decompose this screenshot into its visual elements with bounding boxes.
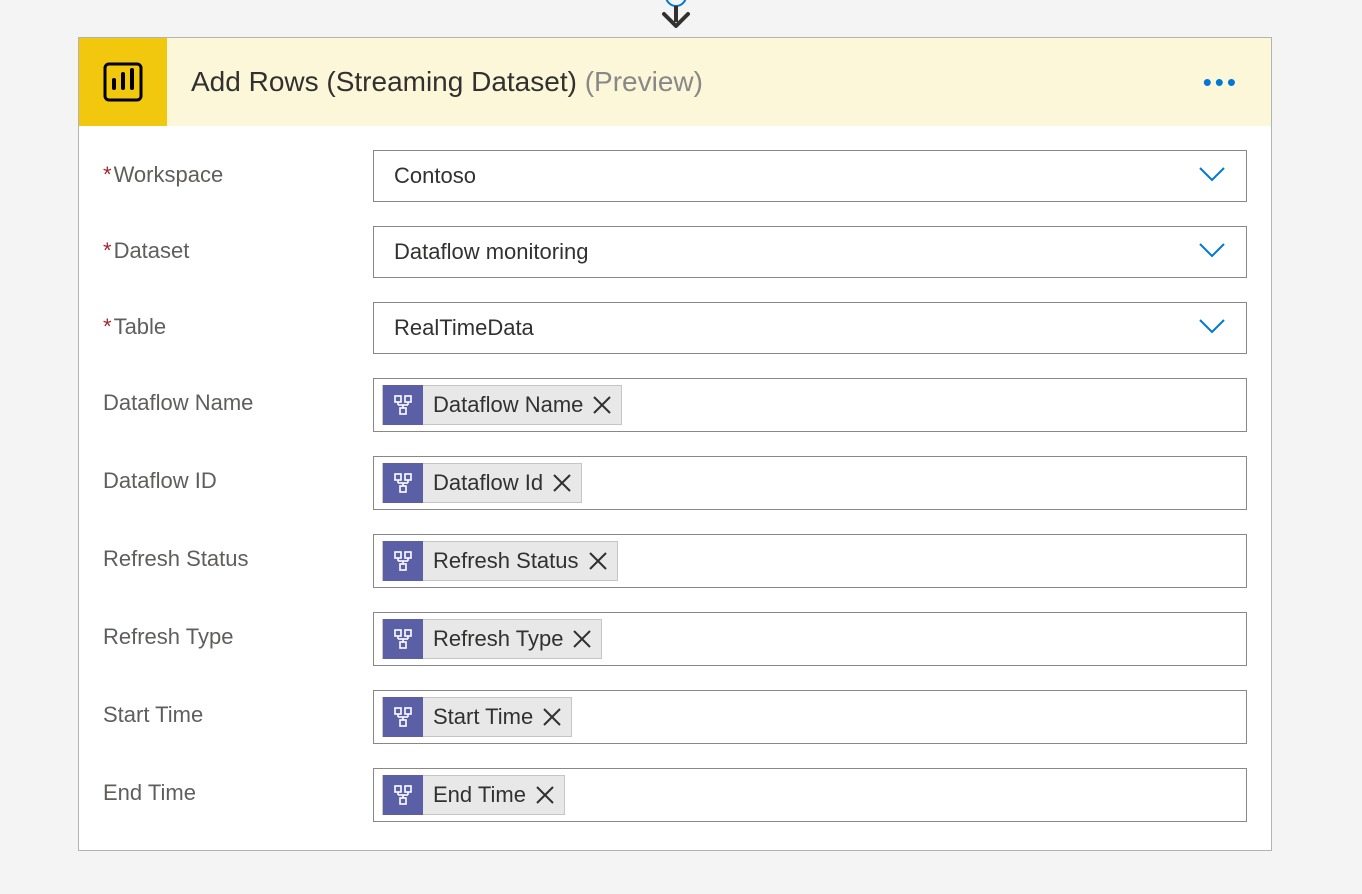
- token-label: Refresh Status: [433, 548, 579, 574]
- card-header[interactable]: Add Rows (Streaming Dataset) (Preview) •…: [79, 38, 1271, 126]
- token-remove-button[interactable]: [571, 628, 593, 650]
- dynamic-content-token[interactable]: Start Time: [382, 697, 572, 737]
- token-label: Refresh Type: [433, 626, 563, 652]
- dataset-dropdown[interactable]: Dataflow monitoring: [373, 226, 1247, 278]
- refresh-type-row: Refresh Type Refresh Type: [103, 612, 1247, 666]
- card-title-preview: (Preview): [585, 66, 703, 97]
- table-row: *Table RealTimeData: [103, 302, 1247, 354]
- dataflow-name-row: Dataflow Name Dataflow Name: [103, 378, 1247, 432]
- dataflow-id-input[interactable]: Dataflow Id: [373, 456, 1247, 510]
- token-remove-button[interactable]: [541, 706, 563, 728]
- end-time-input[interactable]: End Time: [373, 768, 1247, 822]
- field-label: Refresh Status: [103, 534, 373, 572]
- refresh-status-row: Refresh Status Refresh Status: [103, 534, 1247, 588]
- more-menu-button[interactable]: •••: [1195, 59, 1247, 106]
- workspace-dropdown[interactable]: Contoso: [373, 150, 1247, 202]
- dataflow-icon: [383, 385, 423, 425]
- start-time-input[interactable]: Start Time: [373, 690, 1247, 744]
- field-label: End Time: [103, 768, 373, 806]
- chevron-down-icon: [1198, 166, 1226, 187]
- card-title: Add Rows (Streaming Dataset) (Preview): [191, 66, 1195, 98]
- dataflow-name-input[interactable]: Dataflow Name: [373, 378, 1247, 432]
- card-body: *Workspace Contoso *Dataset Dataflow mon…: [79, 126, 1271, 850]
- token-label: Dataflow Name: [433, 392, 583, 418]
- table-dropdown[interactable]: RealTimeData: [373, 302, 1247, 354]
- field-label: Start Time: [103, 690, 373, 728]
- field-label: Dataflow ID: [103, 456, 373, 494]
- token-remove-button[interactable]: [587, 550, 609, 572]
- dynamic-content-token[interactable]: Dataflow Id: [382, 463, 582, 503]
- token-remove-button[interactable]: [534, 784, 556, 806]
- dataflow-icon: [383, 697, 423, 737]
- workspace-row: *Workspace Contoso: [103, 150, 1247, 202]
- dataset-row: *Dataset Dataflow monitoring: [103, 226, 1247, 278]
- workspace-label: *Workspace: [103, 150, 373, 188]
- required-indicator: *: [103, 314, 112, 339]
- required-indicator: *: [103, 238, 112, 263]
- dynamic-content-token[interactable]: Dataflow Name: [382, 385, 622, 425]
- dataflow-icon: [383, 775, 423, 815]
- token-label: Dataflow Id: [433, 470, 543, 496]
- token-remove-button[interactable]: [591, 394, 613, 416]
- chevron-down-icon: [1198, 318, 1226, 339]
- dataflow-id-row: Dataflow ID Dataflow Id: [103, 456, 1247, 510]
- table-value: RealTimeData: [394, 315, 534, 341]
- dataset-value: Dataflow monitoring: [394, 239, 588, 265]
- field-label: Dataflow Name: [103, 378, 373, 416]
- token-label: End Time: [433, 782, 526, 808]
- start-time-row: Start Time Start Time: [103, 690, 1247, 744]
- refresh-status-input[interactable]: Refresh Status: [373, 534, 1247, 588]
- refresh-type-input[interactable]: Refresh Type: [373, 612, 1247, 666]
- workspace-value: Contoso: [394, 163, 476, 189]
- dynamic-content-token[interactable]: Refresh Status: [382, 541, 618, 581]
- token-remove-button[interactable]: [551, 472, 573, 494]
- table-label: *Table: [103, 302, 373, 340]
- powerbi-logo-icon: [79, 38, 167, 126]
- dynamic-content-token[interactable]: End Time: [382, 775, 565, 815]
- dataflow-icon: [383, 619, 423, 659]
- dataset-label: *Dataset: [103, 226, 373, 264]
- field-label: Refresh Type: [103, 612, 373, 650]
- chevron-down-icon: [1198, 242, 1226, 263]
- dynamic-content-token[interactable]: Refresh Type: [382, 619, 602, 659]
- action-card: Add Rows (Streaming Dataset) (Preview) •…: [78, 37, 1272, 851]
- dataflow-icon: [383, 463, 423, 503]
- end-time-row: End Time End Time: [103, 768, 1247, 822]
- card-title-main: Add Rows (Streaming Dataset): [191, 66, 577, 97]
- dataflow-icon: [383, 541, 423, 581]
- flow-arrow-down-icon: [654, 0, 698, 37]
- required-indicator: *: [103, 162, 112, 187]
- token-label: Start Time: [433, 704, 533, 730]
